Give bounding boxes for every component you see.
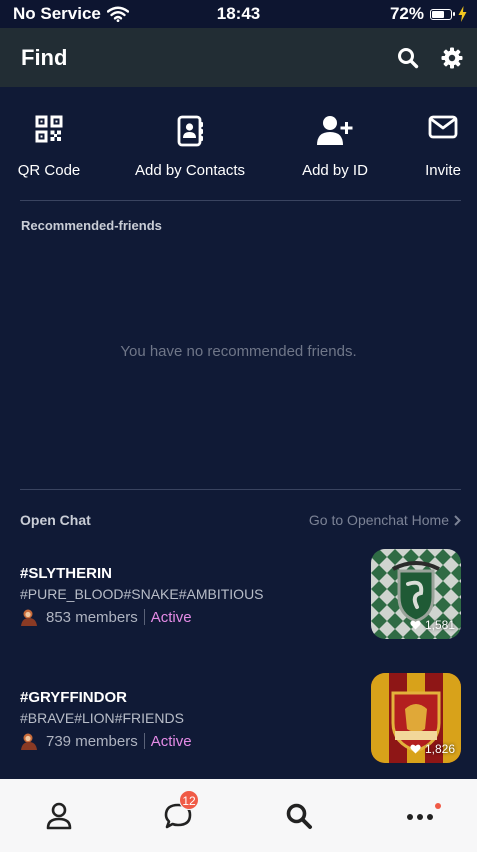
charging-bolt-icon bbox=[458, 6, 467, 22]
divider bbox=[20, 489, 461, 490]
add-user-icon bbox=[317, 116, 353, 145]
chat-tags: #BRAVE#LION#FRIENDS bbox=[20, 710, 184, 726]
chat-meta: 739 members Active bbox=[20, 732, 192, 750]
more-icon[interactable] bbox=[405, 801, 435, 831]
member-avatar-icon bbox=[21, 733, 37, 750]
chat-meta: 853 members Active bbox=[20, 608, 192, 626]
member-avatar-icon bbox=[21, 609, 37, 626]
open-chat-item-slytherin[interactable]: #SLYTHERIN #PURE_BLOOD#SNAKE#AMBITIOUS 8… bbox=[0, 549, 477, 641]
separator bbox=[143, 733, 145, 749]
open-chat-title: Open Chat bbox=[20, 512, 91, 528]
member-count: 739 members bbox=[46, 732, 138, 750]
qr-code-button[interactable]: QR Code bbox=[10, 88, 88, 200]
status-bar: No Service 18:43 72% bbox=[0, 0, 477, 28]
like-count: 1,581 bbox=[410, 618, 455, 632]
add-friend-actions: QR Code Add by Contacts Add by ID Invite bbox=[0, 88, 477, 200]
unread-badge: 12 bbox=[179, 790, 199, 810]
separator bbox=[143, 609, 145, 625]
battery-status: 72% bbox=[390, 4, 467, 24]
search-tab-icon[interactable] bbox=[284, 801, 314, 831]
action-label-qr-code: QR Code bbox=[17, 162, 81, 179]
like-count: 1,826 bbox=[410, 742, 455, 756]
invite-button[interactable]: Invite bbox=[418, 88, 468, 200]
battery-icon bbox=[430, 8, 455, 20]
activity-status: Active bbox=[150, 732, 192, 750]
empty-state-message: You have no recommended friends. bbox=[120, 343, 357, 360]
gear-icon[interactable] bbox=[440, 46, 464, 70]
friends-icon[interactable] bbox=[44, 801, 74, 831]
action-label-add-by-contacts: Add by Contacts bbox=[134, 162, 246, 179]
chat-tags: #PURE_BLOOD#SNAKE#AMBITIOUS bbox=[20, 586, 264, 602]
chat-name: #SLYTHERIN bbox=[20, 565, 112, 582]
open-chat-item-gryffindor[interactable]: #GRYFFINDOR #BRAVE#LION#FRIENDS 739 memb… bbox=[0, 673, 477, 765]
member-count: 853 members bbox=[46, 608, 138, 626]
chat-thumbnail: 1,581 bbox=[371, 549, 461, 639]
chevron-right-icon bbox=[454, 514, 461, 526]
chat-thumbnail: 1,826 bbox=[371, 673, 461, 763]
envelope-icon bbox=[428, 115, 458, 139]
bottom-tab-bar: 12 bbox=[0, 779, 477, 852]
battery-percent: 72% bbox=[389, 4, 424, 23]
action-label-invite: Invite bbox=[425, 162, 461, 179]
add-by-id-button[interactable]: Add by ID bbox=[290, 88, 380, 200]
openchat-link-label: Go to Openchat Home bbox=[308, 512, 449, 528]
heart-icon bbox=[410, 620, 421, 630]
page-title: Find bbox=[21, 45, 68, 70]
heart-icon bbox=[410, 744, 421, 754]
action-label-add-by-id: Add by ID bbox=[302, 162, 368, 179]
notification-dot bbox=[435, 803, 441, 809]
search-icon[interactable] bbox=[396, 46, 420, 70]
chat-name: #GRYFFINDOR bbox=[20, 689, 127, 706]
divider bbox=[20, 200, 461, 201]
contacts-book-icon bbox=[177, 115, 203, 147]
qr-code-icon bbox=[35, 115, 63, 143]
recommended-friends-title: Recommended-friends bbox=[21, 218, 162, 233]
like-count-value: 1,581 bbox=[424, 618, 455, 632]
like-count-value: 1,826 bbox=[424, 742, 455, 756]
app-header: Find bbox=[0, 28, 477, 87]
activity-status: Active bbox=[150, 608, 192, 626]
add-by-contacts-button[interactable]: Add by Contacts bbox=[130, 88, 250, 200]
go-to-openchat-home-link[interactable]: Go to Openchat Home bbox=[309, 512, 461, 528]
